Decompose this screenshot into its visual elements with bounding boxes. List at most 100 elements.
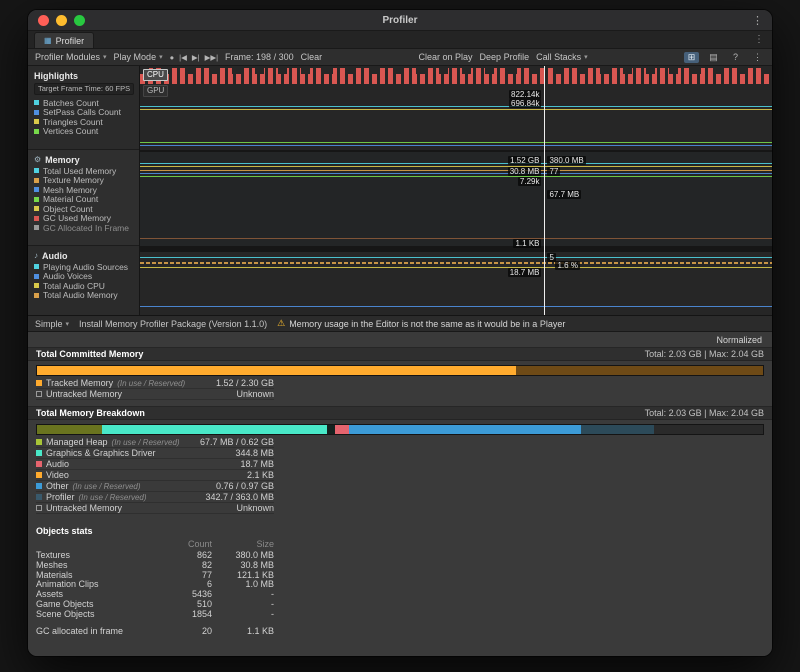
objects-stats: Objects stats Count Size Textures 862 38… bbox=[36, 526, 274, 635]
record-icon[interactable]: ● bbox=[170, 53, 175, 62]
memory-breakdown-header: Total Memory Breakdown Total: 2.03 GB | … bbox=[28, 406, 772, 420]
tab-profiler[interactable]: ▦ Profiler bbox=[34, 32, 94, 48]
counter-total-audio-memory[interactable]: Total Audio Memory bbox=[34, 291, 139, 301]
counter-swatch bbox=[34, 110, 39, 115]
chart-value-label: 18.7 MB bbox=[508, 268, 542, 277]
counter-playing-audio-sources[interactable]: Playing Audio Sources bbox=[34, 262, 139, 272]
module-audio[interactable]: ♪ Audio Playing Audio Sources Audio Voic… bbox=[28, 246, 139, 315]
section-title: Total Memory Breakdown bbox=[36, 408, 145, 418]
chart-line-material bbox=[140, 176, 772, 177]
module-memory[interactable]: ⚙ Memory Total Used Memory Texture Memor… bbox=[28, 150, 139, 246]
counter-triangles[interactable]: Triangles Count bbox=[34, 117, 139, 127]
chart-line-triangles bbox=[140, 109, 772, 110]
chart-value-label: 67.7 MB bbox=[547, 190, 581, 199]
legend-swatch bbox=[36, 461, 42, 467]
committed-memory-bar[interactable] bbox=[36, 365, 764, 376]
warning-icon: ⚠ bbox=[277, 318, 285, 329]
memory-module-toolbar: Simple ▾ Install Memory Profiler Package… bbox=[28, 316, 772, 332]
legend-row-untracked: Untracked Memory Unknown bbox=[36, 503, 274, 514]
legend-row-other: Other (In use / Reserved) 0.76 / 0.97 GB bbox=[36, 481, 274, 492]
gpu-chart-toggle[interactable]: GPU bbox=[143, 85, 168, 97]
counter-mesh-memory[interactable]: Mesh Memory bbox=[34, 185, 139, 195]
table-row-gc-allocated: GC allocated in frame 20 1.1 KB bbox=[36, 626, 274, 636]
chart-value-label: 1.52 GB bbox=[508, 156, 541, 165]
objects-stats-title: Objects stats bbox=[36, 526, 274, 539]
next-frame-button[interactable]: ▶| bbox=[192, 53, 200, 62]
call-stacks-dropdown[interactable]: Call Stacks ▾ bbox=[536, 52, 588, 62]
counter-swatch bbox=[34, 283, 39, 288]
help-icon[interactable]: ? bbox=[728, 52, 743, 62]
counter-object-count[interactable]: Object Count bbox=[34, 204, 139, 214]
minimize-button[interactable] bbox=[56, 15, 67, 26]
counter-gc-allocated[interactable]: GC Allocated In Frame bbox=[34, 223, 139, 233]
counter-swatch bbox=[34, 225, 39, 230]
deep-profile-toggle[interactable]: Deep Profile bbox=[480, 52, 530, 62]
zoom-button[interactable] bbox=[74, 15, 85, 26]
counter-vertices[interactable]: Vertices Count bbox=[34, 127, 139, 137]
table-row-animation-clips: Animation Clips 6 1.0 MB bbox=[36, 579, 274, 589]
profiler-chart-area[interactable]: CPU GPU 822.14k 696.84k 1.52 GB 380 bbox=[140, 66, 772, 315]
chart-line-gc-used bbox=[140, 238, 772, 239]
titlebar-kebab-icon[interactable]: ⋮ bbox=[752, 14, 763, 27]
chart-value-label: 696.84k bbox=[509, 99, 541, 108]
chart-value-label: 77 bbox=[547, 167, 560, 176]
tabstrip-kebab-icon[interactable]: ⋮ bbox=[754, 34, 764, 45]
target-frame-time-dropdown[interactable]: Target Frame Time: 60 FPS bbox=[34, 83, 134, 95]
tab-strip: ▦ Profiler ⋮ bbox=[28, 31, 772, 49]
memory-breakdown-bar[interactable] bbox=[36, 424, 764, 435]
counter-batches[interactable]: Batches Count bbox=[34, 98, 139, 108]
counter-total-used-memory[interactable]: Total Used Memory bbox=[34, 166, 139, 176]
committed-memory-legend: Tracked Memory (In use / Reserved) 1.52 … bbox=[36, 378, 274, 400]
prev-frame-button[interactable]: |◀ bbox=[179, 53, 187, 62]
chevron-down-icon: ▾ bbox=[584, 53, 588, 61]
counter-setpass[interactable]: SetPass Calls Count bbox=[34, 108, 139, 118]
table-row-scene-objects: Scene Objects 1854 - bbox=[36, 609, 274, 619]
table-row-meshes: Meshes 82 30.8 MB bbox=[36, 560, 274, 570]
module-memory-header[interactable]: ⚙ Memory bbox=[34, 153, 139, 166]
legend-swatch bbox=[36, 505, 42, 511]
counter-swatch bbox=[34, 293, 39, 298]
counter-gc-used-memory[interactable]: GC Used Memory bbox=[34, 214, 139, 224]
last-frame-button[interactable]: ▶▶| bbox=[205, 53, 218, 62]
counter-material-count[interactable]: Material Count bbox=[34, 195, 139, 205]
play-mode-dropdown[interactable]: Play Mode ▾ bbox=[114, 52, 163, 62]
counter-swatch bbox=[34, 178, 39, 183]
profiler-modules-dropdown[interactable]: Profiler Modules ▾ bbox=[35, 52, 107, 62]
chart-value-label: 822.14k bbox=[509, 90, 541, 99]
normalized-toggle[interactable]: Normalized bbox=[716, 335, 762, 345]
current-frame-playhead[interactable] bbox=[544, 66, 545, 315]
counter-swatch bbox=[34, 264, 39, 269]
section-title: Total Committed Memory bbox=[36, 349, 143, 359]
chart-line-setpass bbox=[140, 145, 772, 146]
bar-segment-gap bbox=[327, 425, 334, 434]
module-highlights[interactable]: Highlights Target Frame Time: 60 FPS Bat… bbox=[28, 66, 139, 150]
chart-line-audio-voices bbox=[140, 267, 772, 268]
clear-button[interactable]: Clear bbox=[301, 52, 323, 62]
panel-icon[interactable]: ▤ bbox=[706, 52, 721, 63]
counter-texture-memory[interactable]: Texture Memory bbox=[34, 176, 139, 186]
legend-row-profiler: Profiler (In use / Reserved) 342.7 / 363… bbox=[36, 492, 274, 503]
counter-total-audio-cpu[interactable]: Total Audio CPU bbox=[34, 281, 139, 291]
counter-swatch bbox=[34, 216, 39, 221]
legend-swatch bbox=[36, 494, 42, 500]
chevron-down-icon: ▾ bbox=[103, 53, 107, 61]
counter-audio-voices[interactable]: Audio Voices bbox=[34, 272, 139, 282]
section-total: Total: 2.03 GB | Max: 2.04 GB bbox=[645, 408, 764, 418]
toolbar-kebab-icon[interactable]: ⋮ bbox=[750, 52, 765, 63]
cpu-chart-toggle[interactable]: CPU bbox=[143, 69, 168, 81]
table-row-assets: Assets 5436 - bbox=[36, 589, 274, 599]
layout-icon[interactable]: ⊞ bbox=[684, 52, 699, 63]
legend-row-graphics: Graphics & Graphics Driver 344.8 MB bbox=[36, 448, 274, 459]
close-button[interactable] bbox=[38, 15, 49, 26]
install-memory-profiler-link[interactable]: Install Memory Profiler Package (Version… bbox=[79, 319, 267, 329]
view-mode-dropdown[interactable]: Simple ▾ bbox=[35, 319, 69, 329]
chart-line-batches bbox=[140, 106, 772, 107]
legend-swatch bbox=[36, 472, 42, 478]
counter-swatch bbox=[34, 168, 39, 173]
module-highlights-header[interactable]: Highlights bbox=[34, 69, 139, 82]
clear-on-play-toggle[interactable]: Clear on Play bbox=[419, 52, 473, 62]
table-row-materials: Materials 77 121.1 KB bbox=[36, 570, 274, 580]
frame-counter: Frame: 198 / 300 bbox=[225, 52, 294, 62]
chart-line-total-used bbox=[140, 163, 772, 164]
module-audio-header[interactable]: ♪ Audio bbox=[34, 249, 139, 262]
